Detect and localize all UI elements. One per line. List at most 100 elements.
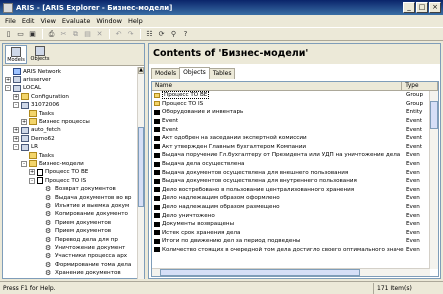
tree-node-label: Tasks [39, 152, 54, 159]
row-type: Even [406, 161, 420, 168]
tree-scrollbar[interactable]: ▲ [137, 67, 144, 279]
expand-icon[interactable]: + [5, 76, 11, 83]
collapse-icon[interactable]: - [5, 85, 11, 92]
objects-icon [35, 46, 45, 56]
title-bar[interactable]: ARIS - [ARIS Explorer - Бизнес-модели] _… [0, 0, 443, 15]
table-row[interactable]: Итоги по движению дел за период подведен… [152, 237, 430, 246]
scroll-thumb[interactable] [138, 127, 144, 207]
scroll-thumb[interactable] [160, 269, 360, 276]
menu-view[interactable]: View [37, 17, 58, 25]
maximize-button[interactable]: □ [416, 2, 428, 13]
object-icon [154, 109, 160, 115]
expand-icon[interactable]: + [29, 169, 35, 176]
row-name: Выдача документов осуществлена для внешн… [162, 169, 349, 176]
object-icon [154, 178, 160, 184]
menu-file[interactable]: File [2, 17, 19, 25]
refresh-icon[interactable]: ⟳ [156, 29, 167, 39]
tree-node[interactable]: ⚙ Хранение документов [37, 269, 121, 277]
explorer-tree: ARIS Network + arisserver - LOCAL + Configurat… [3, 67, 138, 277]
menu-evaluate[interactable]: Evaluate [59, 17, 93, 25]
collapse-icon[interactable]: - [29, 177, 35, 184]
table-row[interactable]: Количество стоящих в очередной том дела … [152, 246, 430, 255]
tab-models-list[interactable]: Models [151, 68, 181, 79]
proc-icon: ⚙ [45, 201, 52, 210]
table-row[interactable]: Процесс TO BE Group [152, 91, 430, 100]
row-type: Even [406, 186, 420, 193]
minimize-button[interactable]: _ [403, 2, 415, 13]
table-hscroll[interactable] [152, 268, 430, 276]
tree-node-label: Уничтожение документ [55, 244, 126, 251]
tab-tables-list[interactable]: Tables [208, 68, 236, 79]
object-icon [154, 213, 160, 219]
proc-icon: ⚙ [45, 252, 52, 261]
table-row[interactable]: Истек срок хранения дела Even [152, 229, 430, 238]
row-name: Event [162, 118, 179, 125]
table-row[interactable]: Акт утвержден Главным бухгалтером Компан… [152, 143, 430, 152]
table-row[interactable]: Выдача поручение Гл.бухгалтеру от Презид… [152, 151, 430, 160]
table-row[interactable]: Дело надлежащим образом оформлено Even [152, 194, 430, 203]
table-row[interactable]: Процесс TO IS Group [152, 100, 430, 109]
table-row[interactable]: Акт одобрен на заседании экспертной коми… [152, 134, 430, 143]
expand-icon[interactable]: + [13, 127, 19, 134]
tree-node-label: Формирование тома дела [55, 261, 132, 268]
table-row[interactable]: Выдача документов осуществлена для внутр… [152, 177, 430, 186]
help-icon[interactable]: ? [180, 29, 191, 39]
table-row[interactable]: Документы возвращены Even [152, 220, 430, 229]
object-icon [154, 161, 160, 167]
scroll-up-icon[interactable]: ▲ [138, 67, 144, 74]
table-row[interactable]: Event Event [152, 125, 430, 134]
tree-node-label: arisserver [23, 76, 51, 83]
tab-objects-list[interactable]: Objects [179, 67, 210, 79]
row-name: Акт утвержден Главным бухгалтером Компан… [162, 143, 306, 150]
copy-icon[interactable]: ⧉ [70, 29, 81, 39]
cut-icon[interactable]: ✂ [58, 29, 69, 39]
delete-icon[interactable]: ✕ [94, 29, 105, 39]
undo-icon[interactable]: ↶ [113, 29, 124, 39]
tree-node-label: Бизнес процессы [39, 118, 90, 125]
scroll-thumb[interactable] [430, 101, 438, 129]
table-row[interactable]: Event Event [152, 117, 430, 126]
proc-icon: ⚙ [45, 243, 52, 252]
row-name: Оборудование и инвентарь [162, 109, 244, 116]
tab-models[interactable]: Models [5, 45, 27, 64]
print-icon[interactable]: ⎙ [46, 29, 57, 39]
collapse-icon[interactable]: - [21, 160, 27, 167]
table-row[interactable]: Дело востребовано в пользование централи… [152, 186, 430, 195]
column-type[interactable]: Type [402, 82, 438, 90]
row-name: Дело надлежащим образом оформлено [162, 195, 280, 202]
table-row[interactable]: Выдача дела осуществлена Even [152, 160, 430, 169]
search-icon[interactable]: ⚲ [168, 29, 179, 39]
expand-icon[interactable]: + [21, 118, 27, 125]
proc-icon: ⚙ [45, 193, 52, 202]
row-name: Дело востребовано в пользование централи… [162, 186, 355, 193]
object-icon [154, 230, 160, 236]
properties-icon[interactable]: ☷ [144, 29, 155, 39]
new-icon[interactable]: ▯ [3, 29, 14, 39]
expand-icon[interactable]: + [13, 93, 19, 100]
table-row[interactable]: Дело надлежащим образом размещено Even [152, 203, 430, 212]
table-row[interactable]: Выдача документов осуществлена для внешн… [152, 168, 430, 177]
toolbar: ▯ ▭ ▣ ⎙ ✂ ⧉ ▤ ✕ ↶ ↷ ☷ ⟳ ⚲ ? [0, 27, 443, 41]
save-icon[interactable]: ▣ [27, 29, 38, 39]
paste-icon[interactable]: ▤ [82, 29, 93, 39]
collapse-icon[interactable]: - [13, 144, 19, 151]
menu-window[interactable]: Window [93, 17, 125, 25]
row-type: Event [406, 143, 423, 150]
model-icon [37, 168, 43, 176]
close-button[interactable]: × [429, 2, 441, 13]
open-icon[interactable]: ▭ [15, 29, 26, 39]
table-row[interactable]: Дело уничтожено Even [152, 211, 430, 220]
column-name[interactable]: Name [152, 82, 403, 90]
tab-objects[interactable]: Objects [29, 45, 51, 64]
redo-icon[interactable]: ↷ [125, 29, 136, 39]
menu-edit[interactable]: Edit [19, 17, 38, 25]
proc-icon: ⚙ [45, 260, 52, 269]
table-vscroll[interactable] [429, 91, 438, 269]
tree-node-label: Хранение документов [55, 270, 121, 277]
collapse-icon[interactable]: - [13, 102, 19, 109]
expand-icon[interactable]: + [13, 135, 19, 142]
table-row[interactable]: Оборудование и инвентарь Entity [152, 108, 430, 117]
proc-icon: ⚙ [45, 218, 52, 227]
proc-icon: ⚙ [45, 210, 52, 219]
menu-help[interactable]: Help [125, 17, 146, 25]
